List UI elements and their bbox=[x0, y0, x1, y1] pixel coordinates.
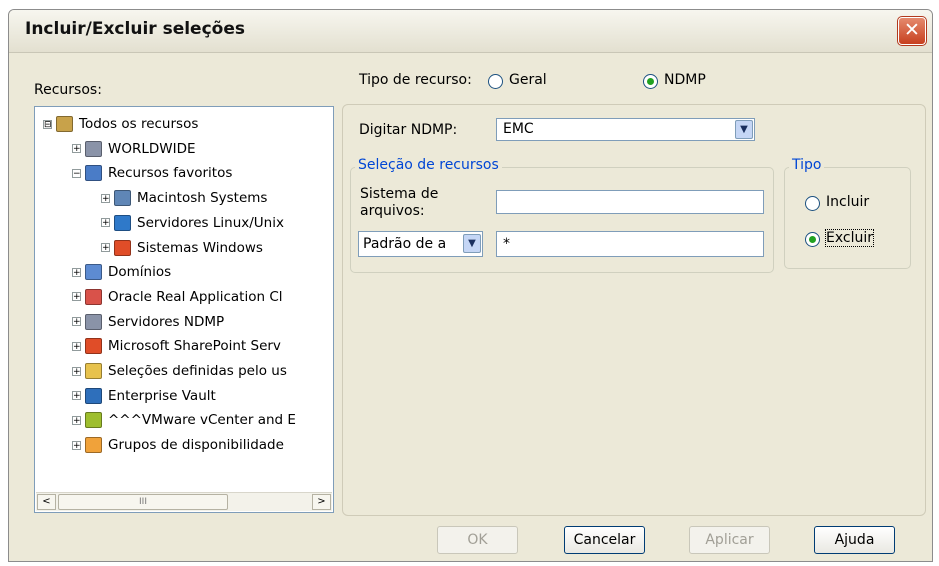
tree-item[interactable]: + Oracle Real Application Cl bbox=[72, 285, 283, 309]
tree-item-label: ^^^VMware vCenter and E bbox=[108, 412, 296, 429]
tree-item-label: Enterprise Vault bbox=[108, 387, 216, 404]
fs-label: Sistema de arquivos: bbox=[360, 186, 439, 219]
tree-expander-icon[interactable]: + bbox=[101, 218, 110, 228]
type-legend: Tipo bbox=[789, 157, 825, 173]
close-icon: ✕ bbox=[904, 19, 920, 41]
dialog-window: Incluir/Excluir seleções ✕ Recursos: ⊟ To… bbox=[8, 9, 933, 562]
tree-expander-icon[interactable]: + bbox=[72, 144, 81, 154]
tree-expander-icon[interactable]: + bbox=[72, 391, 81, 401]
scroll-left-button[interactable]: < bbox=[37, 494, 56, 510]
tree-item[interactable]: + Grupos de disponibilidade bbox=[72, 433, 284, 457]
tree-item[interactable]: − Recursos favoritos bbox=[72, 161, 232, 185]
tree-expander-icon[interactable]: + bbox=[72, 440, 81, 450]
mac-icon bbox=[114, 190, 131, 207]
radio-ndmp-label[interactable]: NDMP bbox=[664, 72, 706, 88]
tree-item-label: Oracle Real Application Cl bbox=[108, 288, 283, 305]
radio-excluir[interactable] bbox=[805, 232, 820, 247]
resource-type-label: Tipo de recurso: bbox=[359, 72, 472, 88]
oracle-icon bbox=[85, 288, 102, 305]
horizontal-scrollbar[interactable]: < III > bbox=[36, 492, 332, 511]
tree-item[interactable]: + Seleções definidas pelo us bbox=[72, 359, 287, 383]
tree-expander-icon[interactable]: − bbox=[72, 168, 81, 178]
vmware-icon bbox=[85, 412, 102, 429]
scroll-thumb[interactable]: III bbox=[58, 494, 228, 510]
tree-item[interactable]: + Microsoft SharePoint Serv bbox=[72, 334, 281, 358]
cancel-button[interactable]: Cancelar bbox=[564, 526, 645, 554]
sharepoint-icon bbox=[85, 338, 102, 355]
tree-item[interactable]: + Servidores Linux/Unix bbox=[101, 211, 284, 235]
tree-item[interactable]: + ^^^VMware vCenter and E bbox=[72, 408, 296, 432]
pattern-select-value: Padrão de a bbox=[363, 236, 447, 252]
radio-geral[interactable] bbox=[488, 74, 503, 89]
pattern-input-value: * bbox=[503, 236, 510, 252]
ndmp-select[interactable]: EMC ▼ bbox=[496, 118, 755, 141]
ndmp-server-icon bbox=[85, 313, 102, 330]
tree-item[interactable]: + WORLDWIDE bbox=[72, 137, 196, 161]
favorites-icon bbox=[85, 165, 102, 182]
tree-item-label: Servidores NDMP bbox=[108, 313, 225, 330]
tree-item-label: Macintosh Systems bbox=[137, 190, 268, 207]
tree-item[interactable]: + Domínios bbox=[72, 260, 171, 284]
close-button[interactable]: ✕ bbox=[897, 16, 927, 46]
tree-expander-icon[interactable]: + bbox=[72, 317, 81, 327]
ndmp-dropdown-arrow[interactable]: ▼ bbox=[735, 120, 753, 139]
tree-item-label: Seleções definidas pelo us bbox=[108, 363, 287, 379]
tree-item[interactable]: ⊟ Todos os recursos bbox=[43, 112, 198, 136]
linux-server-icon bbox=[114, 214, 131, 231]
all-resources-icon bbox=[56, 116, 73, 132]
window-title: Incluir/Excluir seleções bbox=[25, 19, 245, 39]
tree-item-label: Servidores Linux/Unix bbox=[137, 214, 284, 231]
ndmp-select-value: EMC bbox=[503, 121, 534, 137]
vault-icon bbox=[85, 387, 102, 404]
tree-item-label: Recursos favoritos bbox=[108, 165, 233, 182]
tree-item[interactable]: + Macintosh Systems bbox=[101, 186, 267, 210]
selection-legend: Seleção de recursos bbox=[355, 157, 502, 173]
help-button[interactable]: Ajuda bbox=[814, 526, 895, 554]
resource-tree[interactable]: ⊟ Todos os recursos + WORLDWIDE − Recursos fa… bbox=[34, 106, 334, 513]
resources-label: Recursos: bbox=[34, 82, 102, 98]
tree-expander-icon[interactable]: + bbox=[72, 366, 81, 376]
folder-icon bbox=[85, 363, 102, 379]
scroll-right-button[interactable]: > bbox=[312, 494, 331, 510]
tree-item[interactable]: + Servidores NDMP bbox=[72, 310, 224, 334]
tree-item-label: Domínios bbox=[108, 264, 172, 281]
ndmp-label: Digitar NDMP: bbox=[359, 122, 458, 138]
tree-item-label: Microsoft SharePoint Serv bbox=[108, 338, 281, 355]
tree-expander-icon[interactable]: ⊟ bbox=[43, 119, 52, 129]
radio-ndmp[interactable] bbox=[643, 74, 658, 89]
title-bar[interactable]: Incluir/Excluir seleções ✕ bbox=[9, 10, 932, 53]
pattern-input[interactable]: * bbox=[496, 231, 764, 257]
tree-expander-icon[interactable]: + bbox=[101, 243, 110, 253]
radio-incluir[interactable] bbox=[805, 196, 820, 211]
windows-icon bbox=[114, 239, 131, 256]
tree-item-label: Todos os recursos bbox=[79, 116, 199, 132]
pattern-select[interactable]: Padrão de a ▼ bbox=[358, 231, 483, 257]
ok-button[interactable]: OK bbox=[437, 526, 518, 554]
tree-item-label: WORLDWIDE bbox=[108, 140, 196, 157]
radio-excluir-label[interactable]: Excluir bbox=[825, 229, 874, 247]
network-icon bbox=[85, 140, 102, 157]
selection-group bbox=[350, 167, 774, 273]
radio-incluir-label[interactable]: Incluir bbox=[826, 194, 869, 210]
tree-item[interactable]: + Enterprise Vault bbox=[72, 384, 216, 408]
fs-input[interactable] bbox=[496, 190, 764, 214]
tree-expander-icon[interactable]: + bbox=[72, 267, 81, 277]
radio-geral-label[interactable]: Geral bbox=[509, 72, 547, 88]
tree-expander-icon[interactable]: + bbox=[101, 193, 110, 203]
pattern-dropdown-arrow[interactable]: ▼ bbox=[463, 234, 481, 253]
apply-button[interactable]: Aplicar bbox=[689, 526, 770, 554]
tree-item-label: Grupos de disponibilidade bbox=[108, 437, 284, 454]
tree-item[interactable]: + Sistemas Windows bbox=[101, 236, 263, 260]
tree-expander-icon[interactable]: + bbox=[72, 341, 81, 351]
domain-icon bbox=[85, 264, 102, 281]
type-group bbox=[784, 167, 911, 269]
radio-dot bbox=[647, 78, 654, 85]
tree-expander-icon[interactable]: + bbox=[72, 292, 81, 302]
tree-expander-icon[interactable]: + bbox=[72, 415, 81, 425]
tree-item-label: Sistemas Windows bbox=[137, 239, 263, 256]
availability-group-icon bbox=[85, 437, 102, 454]
radio-dot bbox=[809, 236, 816, 243]
